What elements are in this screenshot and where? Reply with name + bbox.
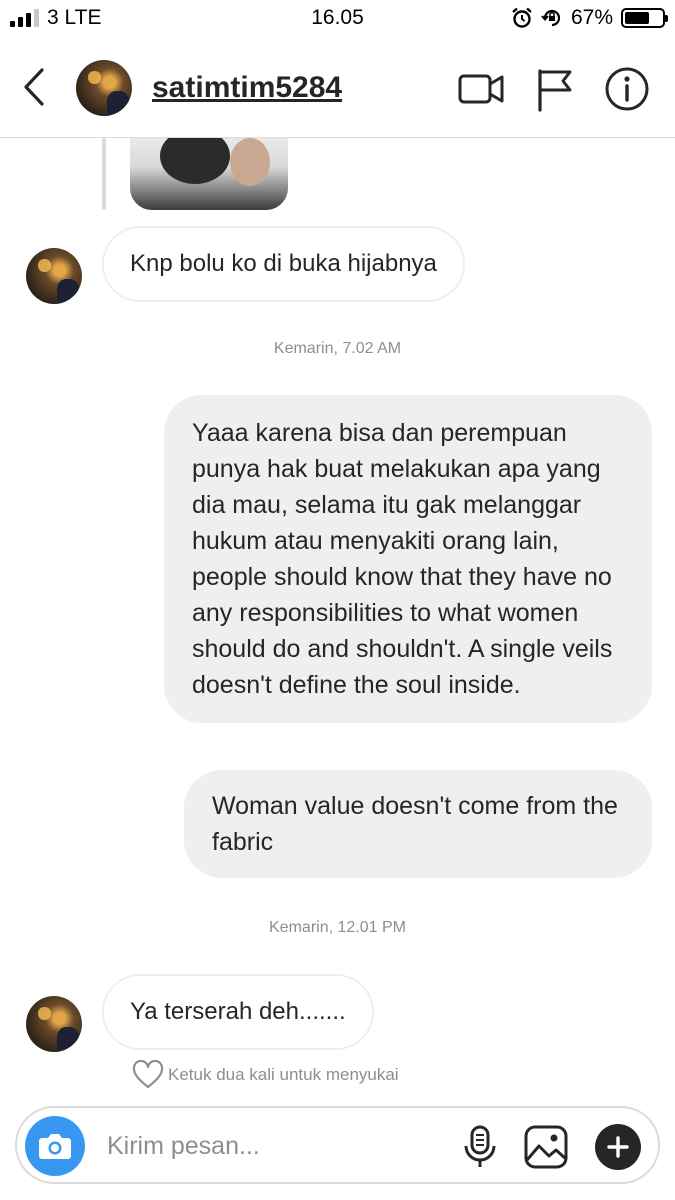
message-composer — [15, 1106, 660, 1184]
heart-icon[interactable] — [132, 1060, 164, 1090]
video-call-icon[interactable] — [458, 66, 504, 112]
message-input[interactable] — [107, 1128, 437, 1164]
back-chevron-icon[interactable] — [18, 66, 50, 108]
status-bar: 3 LTE 16.05 67% — [0, 0, 675, 36]
message-bubble-outgoing[interactable]: Yaaa karena bisa dan perempuan punya hak… — [164, 395, 652, 723]
message-text: Woman value doesn't come from the fabric — [212, 792, 618, 856]
add-button[interactable] — [595, 1124, 641, 1170]
rotation-lock-icon — [541, 9, 561, 27]
camera-button[interactable] — [25, 1116, 85, 1176]
shared-photo[interactable] — [130, 138, 288, 210]
info-icon[interactable] — [604, 66, 650, 112]
like-hint-text: Ketuk dua kali untuk menyukai — [168, 1065, 399, 1084]
avatar[interactable] — [26, 248, 82, 304]
chat-username[interactable]: satimtim5284 — [152, 71, 342, 105]
avatar[interactable] — [76, 60, 132, 116]
message-text: Knp bolu ko di buka hijabnya — [130, 250, 437, 277]
message-timestamp: Kemarin, 12.01 PM — [269, 919, 406, 936]
camera-icon — [39, 1134, 71, 1159]
message-timestamp: Kemarin, 7.02 AM — [273, 340, 402, 357]
plus-icon — [607, 1136, 629, 1158]
like-hint[interactable]: Ketuk dua kali untuk menyukai — [132, 1060, 399, 1090]
alarm-icon — [512, 7, 532, 28]
message-text: Ya terserah deh....... — [130, 998, 346, 1025]
battery-percent: 67% — [570, 6, 613, 29]
message-text: Yaaa karena bisa dan perempuan punya hak… — [192, 419, 613, 699]
message-bubble-incoming[interactable]: Knp bolu ko di buka hijabnya — [102, 226, 465, 302]
flag-icon[interactable] — [532, 66, 578, 112]
message-bubble-outgoing[interactable]: Woman value doesn't come from the fabric — [184, 770, 652, 878]
message-bubble-incoming[interactable]: Ya terserah deh....... — [102, 974, 374, 1050]
reply-quote-bar — [102, 138, 106, 210]
gallery-icon[interactable] — [523, 1124, 569, 1170]
chat-header: satimtim5284 — [0, 36, 675, 138]
battery-icon — [621, 8, 668, 28]
status-right: 67% — [511, 6, 668, 30]
avatar[interactable] — [26, 996, 82, 1052]
microphone-icon[interactable] — [457, 1124, 503, 1170]
